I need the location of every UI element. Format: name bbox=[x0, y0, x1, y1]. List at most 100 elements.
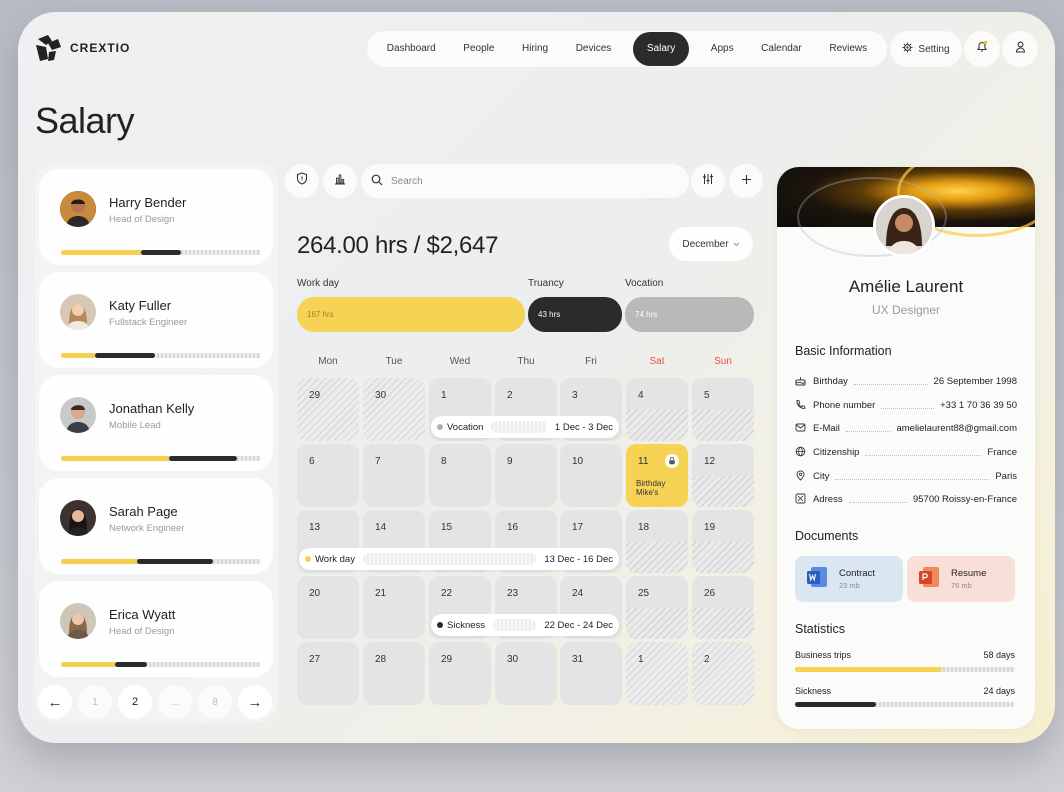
info-label: Phone number bbox=[813, 399, 876, 411]
event-dot bbox=[437, 424, 443, 430]
calendar-day[interactable]: 9 bbox=[495, 444, 557, 507]
next-page-button[interactable]: → bbox=[238, 685, 272, 719]
info-citizenship: Citizenship France bbox=[795, 445, 1017, 459]
work-segment bbox=[61, 559, 137, 564]
profile-button[interactable] bbox=[1002, 31, 1038, 67]
avatar bbox=[873, 195, 935, 257]
calendar-day[interactable]: 30 bbox=[363, 378, 425, 441]
calendar-event-birthday[interactable]: Birthday Mike's bbox=[636, 479, 682, 497]
truancy-segment bbox=[95, 353, 155, 358]
event-label: Work day bbox=[315, 553, 355, 565]
day-number: 2 bbox=[507, 390, 513, 401]
calendar-day[interactable]: 27 bbox=[297, 642, 359, 705]
calendar-day[interactable]: 8 bbox=[429, 444, 491, 507]
calendar-day[interactable]: 6 bbox=[297, 444, 359, 507]
stat-bar bbox=[795, 667, 1015, 672]
work-day-hours: 167 hrs bbox=[307, 310, 334, 319]
calendar-day[interactable]: 1 bbox=[626, 642, 688, 705]
nav-salary[interactable]: Salary bbox=[632, 32, 690, 66]
calendar-day[interactable]: 4 bbox=[626, 378, 688, 441]
add-button[interactable] bbox=[729, 164, 763, 198]
calendar-day[interactable]: 10 bbox=[560, 444, 622, 507]
day-number: 1 bbox=[638, 654, 644, 665]
calendar-day[interactable]: 29 bbox=[297, 378, 359, 441]
calendar-day[interactable]: 18 bbox=[626, 510, 688, 573]
chart-button[interactable] bbox=[323, 164, 357, 198]
calendar-day[interactable]: 25 bbox=[626, 576, 688, 639]
info-label: Citizenship bbox=[813, 446, 860, 458]
page-button[interactable]: 1 bbox=[78, 685, 112, 719]
notifications-button[interactable] bbox=[964, 31, 1000, 67]
document-resume[interactable]: Resume 76 mb bbox=[907, 556, 1015, 602]
employee-role: Network Engineer bbox=[109, 523, 185, 534]
calendar-day[interactable]: 12 bbox=[692, 444, 754, 507]
calendar-day[interactable]: 5 bbox=[692, 378, 754, 441]
documents-title: Documents bbox=[795, 529, 859, 543]
calendar-day[interactable]: 20 bbox=[297, 576, 359, 639]
employee-list: Harry Bender Head of Design Katy Fuller … bbox=[35, 163, 278, 723]
nav-devices[interactable]: Devices bbox=[570, 32, 618, 66]
setting-label: Setting bbox=[918, 43, 950, 55]
employee-name: Harry Bender bbox=[109, 195, 187, 210]
calendar-event[interactable]: Vocation 1 Dec - 3 Dec bbox=[431, 416, 619, 438]
work-day-segment: 167 hrs bbox=[297, 297, 525, 332]
user-icon bbox=[1015, 40, 1026, 58]
nav-people[interactable]: People bbox=[457, 32, 500, 66]
nav-apps[interactable]: Apps bbox=[705, 32, 740, 66]
brand-name: CREXTIO bbox=[70, 41, 131, 55]
employee-card[interactable]: Jonathan Kelly Mobile Lead bbox=[39, 375, 273, 471]
event-dot bbox=[305, 556, 311, 562]
employee-card[interactable]: Katy Fuller Fullstack Engineer bbox=[39, 272, 273, 368]
calendar-day[interactable]: 28 bbox=[363, 642, 425, 705]
page-button[interactable]: 8 bbox=[198, 685, 232, 719]
day-number: 28 bbox=[375, 654, 387, 665]
calendar-day[interactable]: 29 bbox=[429, 642, 491, 705]
stat-label: Business trips bbox=[795, 650, 852, 660]
shield-filter-button[interactable] bbox=[285, 164, 319, 198]
stat-value: 24 days bbox=[983, 686, 1015, 696]
info-value[interactable]: amelielaurent88@gmail.com bbox=[896, 423, 1017, 434]
nav-reviews[interactable]: Reviews bbox=[823, 32, 873, 66]
bar-chart-icon bbox=[334, 172, 346, 190]
setting-button[interactable]: Setting bbox=[890, 31, 962, 67]
stat-fill bbox=[795, 667, 943, 672]
info-value: 26 September 1998 bbox=[933, 375, 1017, 387]
calendar-event[interactable]: Sickness 22 Dec - 24 Dec bbox=[431, 614, 619, 636]
calendar-event[interactable]: Work day 13 Dec - 16 Dec bbox=[299, 548, 619, 570]
calendar-day[interactable]: 26 bbox=[692, 576, 754, 639]
page-button-current[interactable]: 2 bbox=[118, 685, 152, 719]
brand-logo[interactable]: CREXTIO bbox=[34, 33, 130, 63]
day-number: 15 bbox=[441, 522, 453, 533]
calendar-day[interactable]: 7 bbox=[363, 444, 425, 507]
search-bar[interactable]: Search bbox=[361, 164, 689, 198]
employee-card[interactable]: Sarah Page Network Engineer bbox=[39, 478, 273, 574]
day-number: 4 bbox=[638, 390, 644, 401]
search-placeholder: Search bbox=[391, 175, 423, 187]
day-number: 30 bbox=[375, 390, 387, 401]
info-email: E-Mail amelielaurent88@gmail.com bbox=[795, 421, 1017, 435]
employee-role: Head of Design bbox=[109, 626, 175, 637]
calendar-day[interactable]: 19 bbox=[692, 510, 754, 573]
calendar-day[interactable]: 2 bbox=[692, 642, 754, 705]
day-number: 5 bbox=[704, 390, 710, 401]
employee-card[interactable]: Harry Bender Head of Design bbox=[39, 169, 273, 265]
month-select[interactable]: December bbox=[669, 227, 753, 261]
document-contract[interactable]: Contract 23 mb bbox=[795, 556, 903, 602]
vocation-label: Vocation bbox=[625, 278, 664, 289]
salary-summary: 264.00 hrs / $2,647 bbox=[297, 232, 499, 259]
filter-button[interactable] bbox=[691, 164, 725, 198]
day-number: 25 bbox=[638, 588, 650, 599]
document-size: 76 mb bbox=[951, 581, 972, 590]
employee-card[interactable]: Erica Wyatt Head of Design bbox=[39, 581, 273, 677]
day-number: 21 bbox=[375, 588, 387, 599]
nav-dashboard[interactable]: Dashboard bbox=[381, 32, 442, 66]
prev-page-button[interactable]: ← bbox=[38, 685, 72, 719]
nav-calendar[interactable]: Calendar bbox=[755, 32, 808, 66]
nav-hiring[interactable]: Hiring bbox=[516, 32, 554, 66]
page-title: Salary bbox=[35, 100, 135, 141]
calendar-day[interactable]: 11 Birthday Mike's bbox=[626, 444, 688, 507]
calendar-day[interactable]: 31 bbox=[560, 642, 622, 705]
calendar-day[interactable]: 21 bbox=[363, 576, 425, 639]
info-label: E-Mail bbox=[813, 422, 840, 434]
calendar-day[interactable]: 30 bbox=[495, 642, 557, 705]
